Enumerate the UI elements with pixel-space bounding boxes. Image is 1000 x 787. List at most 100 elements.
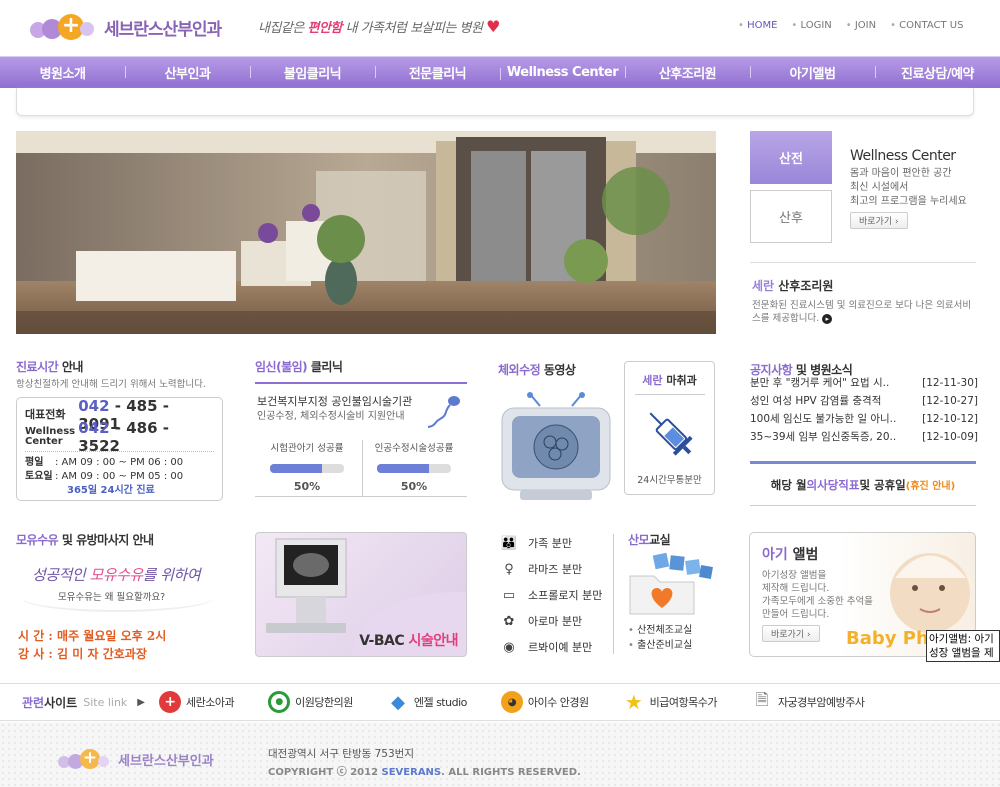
delivery-item-lamaze[interactable]: ♀ 라마즈 분만 <box>498 556 602 582</box>
mother-class-item[interactable]: 출산준비교실 <box>628 640 692 651</box>
copyright-post: . ALL RIGHTS RESERVED. <box>441 767 581 778</box>
tv-icon[interactable] <box>500 392 612 502</box>
notice-item-date: [12-10-12] <box>922 413 978 425</box>
related-link-studio[interactable]: ◆ 엔젤 studio <box>387 691 467 713</box>
notice-item[interactable]: 100세 임신도 불가능한 일 아니.. [12-10-12] <box>750 410 978 428</box>
slogan-post: 내 가족처럼 보살피는 병원 <box>341 21 483 36</box>
star-icon: ★ <box>624 690 643 714</box>
family-icon: 👪 <box>500 535 518 551</box>
bf-slogan-highlight: 모유수유 <box>89 566 143 584</box>
delivery-item-leboyer[interactable]: ◉ 르봐이예 분만 <box>498 634 602 660</box>
mother-class-item[interactable]: 산전체조교실 <box>628 625 692 636</box>
breastfeeding-slogan: 성공적인 모유수유를 위하여 <box>32 564 201 585</box>
nav-specialty[interactable]: 전문클리닉 <box>375 63 500 82</box>
main-visual <box>16 131 716 334</box>
hours-title-text: 안내 <box>58 360 84 374</box>
mother-class-title[interactable]: 산모교실 <box>628 531 671 548</box>
nav-baby-album[interactable]: 아기앨범 <box>750 63 875 82</box>
logo[interactable]: + 세브란스산부인과 <box>30 10 222 44</box>
progress-fill <box>270 464 322 473</box>
notice-item[interactable]: 35~39세 임부 임신중독증, 20.. [12-10-09] <box>750 428 978 446</box>
site-link-label: Site link <box>83 695 128 709</box>
notice-item[interactable]: 성인 여성 HPV 감염률 충격적 [12-10-27] <box>750 392 978 410</box>
bf-slogan-pre: 성공적인 <box>32 566 90 584</box>
footer-copyright: COPYRIGHT ⓒ 2012 SEVERANS. ALL RIGHTS RE… <box>268 763 581 778</box>
heart-icon: ♥ <box>486 17 500 36</box>
anesthesia-title-text: 마취과 <box>662 374 697 387</box>
related-label: 관련사이트 <box>22 694 77 711</box>
hours-title-color: 진료시간 <box>16 360 59 374</box>
album-go-button[interactable]: 바로가기 › <box>762 625 820 642</box>
delivery-item-sophrology[interactable]: ▭ 소프롤로지 분만 <box>498 582 603 608</box>
related-link-label: 아이수 안경원 <box>527 696 589 709</box>
contact-link[interactable]: CONTACT US <box>890 20 963 31</box>
breastfeeding-title-text: 및 유방마사지 안내 <box>58 533 154 547</box>
weekday-value: : AM 09 : 00 ~ PM 06 : 00 <box>55 457 184 468</box>
notice-item[interactable]: 분만 후 "캥거루 케어" 요법 시.. [12-11-30] <box>750 374 978 392</box>
nav-postpartum[interactable]: 산후조리원 <box>625 63 750 82</box>
delivery-list: 👪 가족 분만 ♀ 라마즈 분만 ▭ 소프롤로지 분만 ✿ 아로마 분만 ◉ 르봐이예 분… <box>498 530 602 660</box>
video-title[interactable]: 체외수정 동영상 <box>498 361 576 378</box>
vbac-label-pre: V-BAC <box>359 633 409 649</box>
top-links: HOME LOGIN JOIN CONTACT US <box>738 20 963 31</box>
join-link[interactable]: JOIN <box>846 20 876 31</box>
divider <box>634 394 705 395</box>
eye-icon: ◉ <box>503 639 515 655</box>
nav-hospital-intro[interactable]: 병원소개 <box>0 63 125 82</box>
ivf-stat-1: 시험관아기 성공률 50% <box>257 440 357 493</box>
bf-slogan-post: 를 위하여 <box>142 566 201 584</box>
album-title-color: 아기 <box>762 547 788 563</box>
breastfeeding-title[interactable]: 모유수유 및 유방마사지 안내 <box>16 531 154 548</box>
document-icon: 🗎 <box>755 689 769 709</box>
wellness-go-button[interactable]: 바로가기 › <box>850 212 908 229</box>
delivery-item-label: 아로마 분만 <box>528 615 583 628</box>
postpartum-brand: 세란 <box>752 279 775 293</box>
logo-text: 세브란스산부인과 <box>104 19 222 40</box>
related-link-pediatrics[interactable]: + 세란소아과 <box>159 691 235 713</box>
footer-address: 대전광역시 서구 탄방동 753번지 <box>268 748 414 760</box>
home-link[interactable]: HOME <box>738 20 777 31</box>
saturday-hours: 토요일: AM 09 : 00 ~ PM 05 : 00 <box>25 470 214 484</box>
eye-clinic-icon: ◕ <box>500 691 523 713</box>
tab-prenatal[interactable]: 산전 <box>750 131 832 184</box>
ivf-stat-1-label: 시험관아기 성공률 <box>270 443 344 454</box>
wellness-phone-prefix: 042 <box>78 419 110 437</box>
sperm-icon <box>427 396 460 428</box>
wellness-phone-number[interactable]: 042 - 486 - 3522 <box>78 419 214 455</box>
slogan-pre: 내집같은 <box>258 21 308 36</box>
hours-box: 대표전화 042 - 485 - 3091 Wellness Center 04… <box>16 397 223 501</box>
related-link-fees[interactable]: ★ 비급여항목수가 <box>623 690 718 714</box>
delivery-item-family[interactable]: 👪 가족 분만 <box>498 530 602 556</box>
login-link[interactable]: LOGIN <box>791 20 832 31</box>
progress-fill <box>377 464 429 473</box>
lobby-image <box>16 131 716 334</box>
logo-icon: + <box>30 10 98 44</box>
nav-infertility[interactable]: 불임클리닉 <box>250 63 375 82</box>
nav-consult[interactable]: 진료상담/예약 <box>875 63 1000 82</box>
logo-icon: + <box>58 746 112 772</box>
ivf-title[interactable]: 임신(불임) 클리닉 <box>255 358 343 375</box>
nav-obgyn[interactable]: 산부인과 <box>125 63 250 82</box>
tab-postnatal[interactable]: 산후 <box>750 190 832 243</box>
arrow-right-icon: ▶ <box>137 696 145 708</box>
postpartum-desc-text: 전문화된 진료시스템 및 의료진으로 보다 나은 의료서비스를 제공합니다. <box>752 300 972 324</box>
related-link-label: 비급여항목수가 <box>649 696 718 709</box>
delivery-item-label: 가족 분만 <box>528 537 572 550</box>
divider <box>750 262 976 263</box>
related-link-label: 자궁경부암예방주사 <box>777 696 865 709</box>
album-go-label: 바로가기 <box>771 630 805 640</box>
breastfeeding-schedule: 시 간 : 매주 월요일 오후 2시 강 사 : 김 미 자 간호과장 <box>18 627 166 663</box>
duty-schedule-link[interactable]: 해당 월 의사당직표 및 공휴일 (휴진 안내) <box>750 464 976 506</box>
wellness-phone: Wellness Center 042 - 486 - 3522 <box>25 419 214 455</box>
circle-arrow-icon[interactable]: ▸ <box>822 314 833 324</box>
related-link-optician[interactable]: ◕ 아이수 안경원 <box>500 691 589 713</box>
postpartum-title[interactable]: 세란 산후조리원 <box>752 277 833 294</box>
video-title-color: 체외수정 <box>498 363 541 377</box>
related-link-vaccine[interactable]: 🗎 자궁경부암예방주사 <box>751 689 865 713</box>
vbac-banner[interactable]: V-BAC 시술안내 <box>255 532 467 657</box>
delivery-item-aroma[interactable]: ✿ 아로마 분만 <box>498 608 602 634</box>
nav-wellness[interactable]: Wellness Center <box>500 65 625 80</box>
related-link-oriental[interactable]: ● 이원당한의원 <box>268 691 353 713</box>
divider <box>613 534 614 654</box>
anesthesia-box[interactable]: 세란 마취과 24시간무통분만 <box>624 361 715 495</box>
